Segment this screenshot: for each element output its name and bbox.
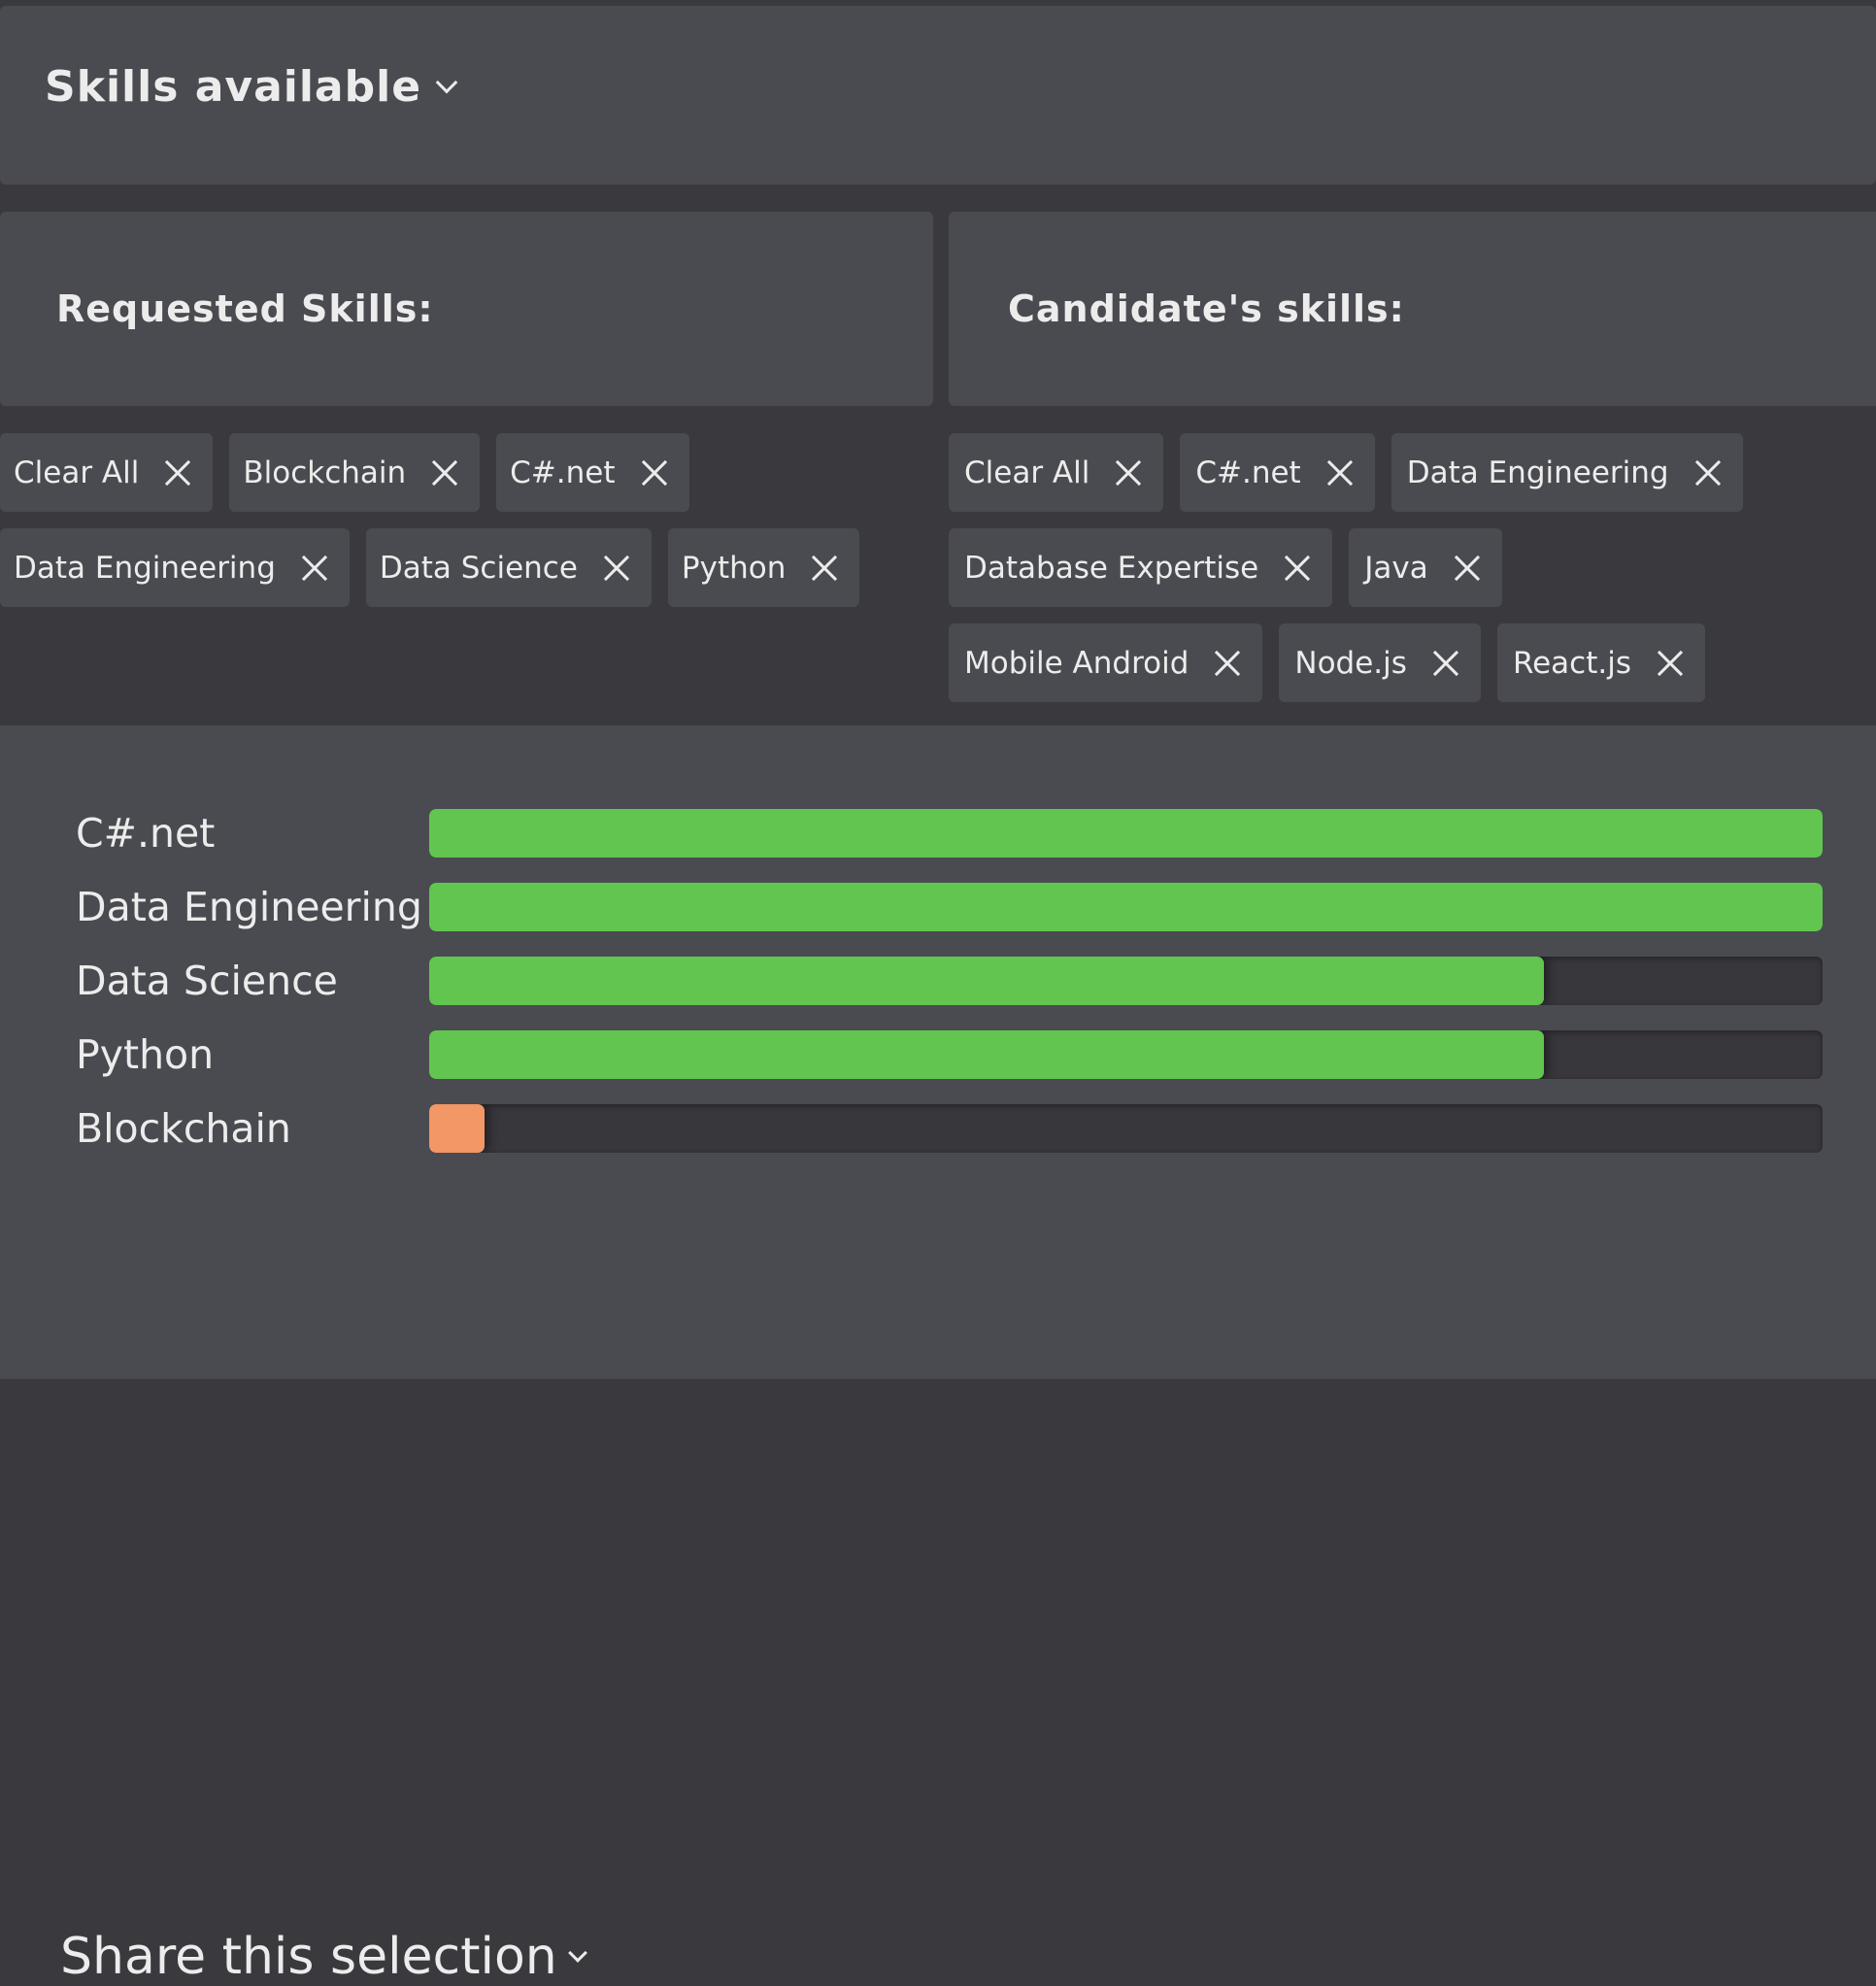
skill-match-track: [429, 809, 1823, 858]
close-icon[interactable]: [1326, 459, 1354, 487]
skills-available-toggle[interactable]: Skills available: [45, 62, 458, 112]
skill-chip-mobile-android[interactable]: Mobile Android: [949, 623, 1263, 702]
close-icon[interactable]: [1284, 555, 1311, 582]
skill-match-fill: [429, 957, 1544, 1005]
skill-chip-blockchain[interactable]: Blockchain: [229, 433, 481, 512]
chip-label: React.js: [1512, 645, 1631, 681]
skill-match-row-python: Python: [0, 1030, 1876, 1079]
candidate-skills-chip-list: Clear All C#.net Data Engineering Database …: [949, 433, 1823, 702]
close-icon[interactable]: [1214, 650, 1241, 677]
chip-label: Python: [681, 550, 787, 586]
skills-available-title: Skills available: [45, 62, 422, 112]
close-icon[interactable]: [1694, 459, 1722, 487]
requested-skills-title: Requested Skills:: [56, 287, 434, 330]
skills-available-card: Skills available: [0, 6, 1876, 185]
skill-chip-c-net[interactable]: C#.net: [496, 433, 689, 512]
close-icon[interactable]: [603, 555, 630, 582]
skill-chip-node-js[interactable]: Node.js: [1279, 623, 1481, 702]
skill-match-fill: [429, 1104, 486, 1153]
candidate-skills-panel: Candidate's skills:: [949, 212, 1876, 406]
skill-match-track: [429, 957, 1823, 1005]
skill-match-fill: [429, 883, 1823, 931]
close-icon[interactable]: [1454, 555, 1481, 582]
chip-label: Database Expertise: [964, 550, 1259, 586]
skill-match-label: C#.net: [76, 810, 216, 857]
skill-chip-java[interactable]: Java: [1349, 528, 1502, 607]
close-icon[interactable]: [641, 459, 668, 487]
share-selection-toggle[interactable]: Share this selection: [60, 1928, 587, 1986]
skill-match-row-data-science: Data Science: [0, 957, 1876, 1005]
share-selection-label: Share this selection: [60, 1928, 557, 1986]
chip-label: C#.net: [1195, 454, 1301, 490]
chip-label: Clear All: [14, 454, 140, 490]
skill-match-fill: [429, 1030, 1544, 1079]
candidate-skills-title: Candidate's skills:: [1008, 287, 1405, 330]
skill-match-track: [429, 883, 1823, 931]
skill-chip-react-js[interactable]: React.js: [1496, 623, 1705, 702]
chip-label: Clear All: [964, 454, 1090, 490]
skill-match-fill: [429, 809, 1823, 858]
clear-all-chip[interactable]: Clear All: [0, 433, 214, 512]
close-icon[interactable]: [164, 459, 191, 487]
skill-match-label: Data Science: [76, 958, 338, 1004]
skill-chip-data-engineering[interactable]: Data Engineering: [1390, 433, 1743, 512]
chip-label: Blockchain: [243, 454, 407, 490]
chevron-down-icon: [567, 1943, 587, 1963]
skill-chip-python[interactable]: Python: [667, 528, 860, 607]
skill-chip-database-expertise[interactable]: Database Expertise: [949, 528, 1333, 607]
skill-match-track: [429, 1104, 1823, 1153]
close-icon[interactable]: [431, 459, 458, 487]
skill-chip-data-science[interactable]: Data Science: [365, 528, 652, 607]
close-icon[interactable]: [1115, 459, 1142, 487]
chip-label: Mobile Android: [964, 645, 1189, 681]
skill-chip-c-net[interactable]: C#.net: [1180, 433, 1375, 512]
skill-match-row-blockchain: Blockchain: [0, 1104, 1876, 1153]
skill-match-row-c-net: C#.net: [0, 809, 1876, 858]
close-icon[interactable]: [811, 555, 838, 582]
skill-match-card: C#.net Data Engineering Data Science Python…: [0, 725, 1876, 1986]
skill-match-label: Data Engineering: [76, 884, 422, 930]
chip-label: Data Science: [379, 550, 578, 586]
chip-label: Java: [1364, 550, 1428, 586]
clear-all-chip[interactable]: Clear All: [949, 433, 1164, 512]
chip-label: Data Engineering: [1406, 454, 1669, 490]
chip-label: Data Engineering: [14, 550, 276, 586]
close-icon[interactable]: [1657, 650, 1684, 677]
requested-skills-panel: Requested Skills:: [0, 212, 933, 406]
requested-skills-chip-list: Clear All Blockchain C#.net Data Engineerin…: [0, 433, 933, 607]
close-icon[interactable]: [301, 555, 328, 582]
skill-match-label: Python: [76, 1031, 215, 1078]
skill-match-track: [429, 1030, 1823, 1079]
skill-match-label: Blockchain: [76, 1105, 291, 1152]
chevron-down-icon: [435, 71, 458, 93]
chip-label: Node.js: [1294, 645, 1407, 681]
skill-match-row-data-engineering: Data Engineering: [0, 883, 1876, 931]
close-icon[interactable]: [1432, 650, 1459, 677]
skill-chip-data-engineering[interactable]: Data Engineering: [0, 528, 350, 607]
chip-label: C#.net: [510, 454, 616, 490]
